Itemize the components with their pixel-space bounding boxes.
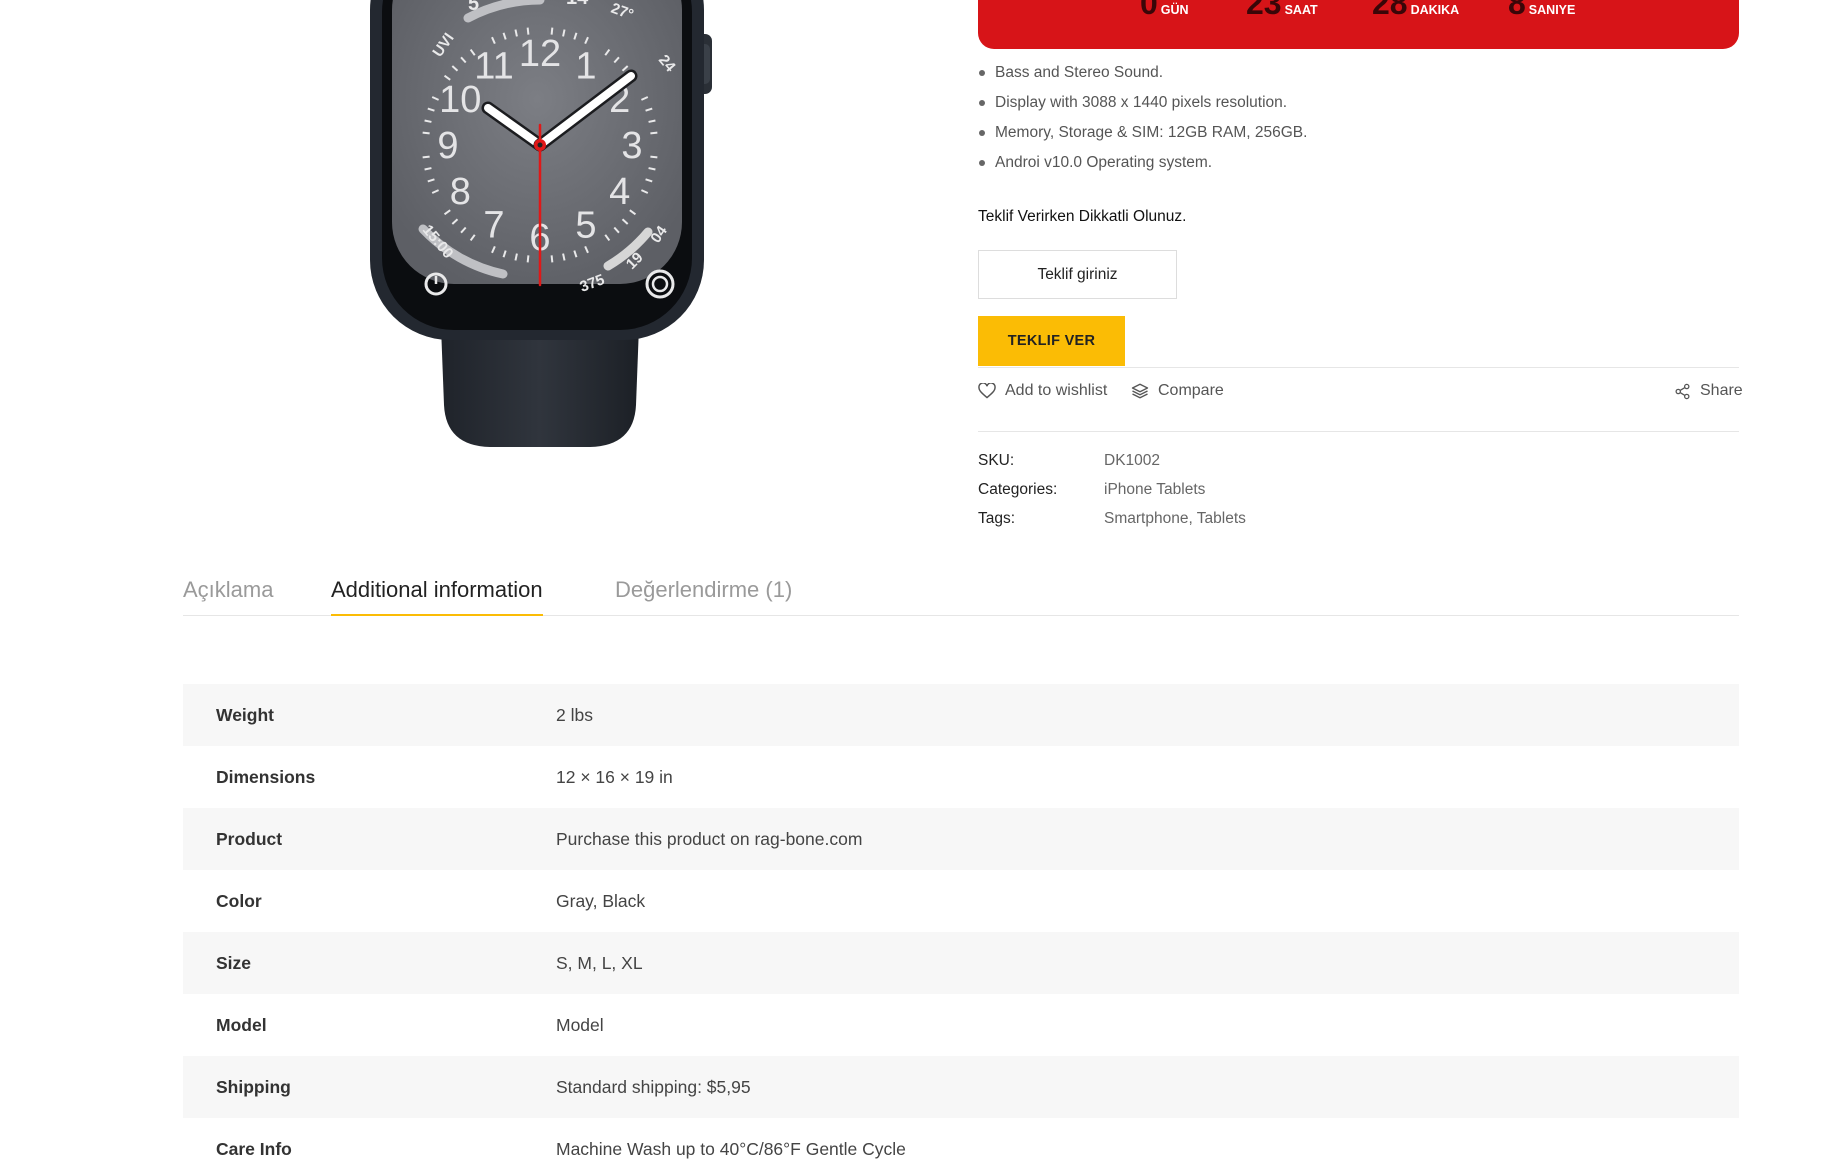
divider <box>978 431 1739 432</box>
feature-item: Display with 3088 x 1440 pixels resoluti… <box>978 93 1307 123</box>
dial-numeral: 7 <box>483 205 504 247</box>
countdown-minutes-label: DAKIKA <box>1410 3 1460 17</box>
bezel-label: 5 <box>468 0 479 15</box>
layers-icon <box>1131 383 1149 399</box>
attribute-label: Dimensions <box>216 766 316 787</box>
product-meta: SKU: DK1002 Categories: iPhone Tablets T… <box>978 451 1246 538</box>
attribute-label: Shipping <box>216 1076 291 1097</box>
dial-numeral: 11 <box>474 45 513 87</box>
table-row: Shipping Standard shipping: $5,95 <box>183 1056 1739 1118</box>
dial-tick <box>514 29 518 37</box>
compare-label: Compare <box>1158 382 1224 399</box>
dial-tick <box>526 255 530 263</box>
additional-info-table: Weight 2 lbs Dimensions 12 × 16 × 19 in Pr… <box>183 684 1739 1168</box>
dial-tick <box>514 253 518 261</box>
tab-description[interactable]: Açıklama <box>183 576 273 616</box>
dial-tick <box>562 253 566 261</box>
divider <box>978 367 1739 368</box>
share-button[interactable]: Share <box>1674 382 1743 400</box>
tags-label: Tags: <box>978 510 1016 527</box>
share-label: Share <box>1700 382 1743 399</box>
categories-label: Categories: <box>978 481 1058 498</box>
feature-item: Androi v10.0 Operating system. <box>978 153 1307 183</box>
dial-numeral: 9 <box>437 125 458 167</box>
countdown-seconds-label: SANIYE <box>1528 3 1576 17</box>
auction-countdown: 0 GÜN 23 SAAT 28 DAKIKA 8 SANIYE <box>978 0 1739 49</box>
dial-tick <box>424 167 432 171</box>
dial-tick <box>648 167 656 171</box>
share-icon <box>1675 383 1690 399</box>
attribute-label: Model <box>216 1014 267 1035</box>
countdown-seconds-value: 8 <box>1508 0 1526 21</box>
countdown-minutes-value: 28 <box>1372 0 1408 21</box>
product-image: 12 1 2 3 4 5 6 7 8 9 10 11 UVI 15:00 375 19 04 27° … <box>340 0 740 460</box>
table-row: Color Gray, Black <box>183 870 1739 932</box>
countdown-hours: 23 SAAT <box>1246 0 1318 20</box>
countdown-seconds: 8 SANIYE <box>1508 0 1575 20</box>
dial-tick <box>422 155 430 159</box>
bid-warning-note: Teklif Verirken Dikkatli Olunuz. <box>978 208 1187 225</box>
wishlist-label: Add to wishlist <box>1005 382 1108 399</box>
add-to-wishlist-button[interactable]: Add to wishlist <box>978 382 1107 400</box>
dial-tick <box>650 131 658 135</box>
attribute-value: S, M, L, XL <box>556 952 643 973</box>
place-bid-button[interactable]: TEKLIF VER <box>978 316 1125 366</box>
dial-numeral: 12 <box>519 33 561 75</box>
sku-label: SKU: <box>978 452 1015 469</box>
table-row: Weight 2 lbs <box>183 684 1739 746</box>
dial-tick <box>422 131 430 135</box>
attribute-label: Color <box>216 890 262 911</box>
dial-tick <box>424 119 432 123</box>
countdown-hours-label: SAAT <box>1284 3 1318 17</box>
dial-tick <box>550 255 554 263</box>
smartwatch-illustration: 12 1234567891011 UVI 15:00 375 19 04 27° … <box>370 0 712 447</box>
categories-link[interactable]: iPhone Tablets <box>1104 480 1205 509</box>
feature-list: Bass and Stereo Sound. Display with 3088… <box>978 63 1307 183</box>
sku-row: SKU: DK1002 <box>978 451 1246 480</box>
tab-additional-information[interactable]: Additional information <box>331 576 543 616</box>
attribute-label: Size <box>216 952 252 973</box>
attribute-value: Model <box>556 1014 604 1035</box>
feature-item: Bass and Stereo Sound. <box>978 63 1307 93</box>
dial-numeral: 8 <box>450 171 471 213</box>
tags-row: Tags: Smartphone, Tablets <box>978 509 1246 538</box>
feature-item: Memory, Storage & SIM: 12GB RAM, 256GB. <box>978 123 1307 153</box>
table-row: Model Model <box>183 994 1739 1056</box>
attribute-label: Weight <box>216 704 275 725</box>
dial-tick <box>650 155 658 159</box>
attribute-value: Gray, Black <box>556 890 646 911</box>
product-tabs: Açıklama Additional information Değerlen… <box>183 576 1739 616</box>
dial-numeral: 3 <box>621 125 642 167</box>
dial-numeral: 5 <box>575 205 596 247</box>
table-row: Product Purchase this product on rag-bone… <box>183 808 1739 870</box>
countdown-days-value: 0 <box>1140 0 1158 21</box>
countdown-minutes: 28 DAKIKA <box>1372 0 1459 20</box>
countdown-hours-value: 23 <box>1246 0 1282 21</box>
bid-input[interactable] <box>978 250 1177 299</box>
categories-row: Categories: iPhone Tablets <box>978 480 1246 509</box>
tab-reviews[interactable]: Değerlendirme (1) <box>615 576 792 616</box>
attribute-value: Standard shipping: $5,95 <box>556 1076 751 1097</box>
attribute-value: Purchase this product on rag-bone.com <box>556 828 863 849</box>
heart-icon <box>978 383 996 399</box>
attribute-value: Machine Wash up to 40°C/86°F Gentle Cycl… <box>556 1138 906 1159</box>
table-row: Dimensions 12 × 16 × 19 in <box>183 746 1739 808</box>
dial-tick <box>562 29 566 37</box>
table-row: Size S, M, L, XL <box>183 932 1739 994</box>
dial-numeral: 4 <box>609 171 630 213</box>
bezel-label: 14 <box>566 0 589 9</box>
sku-value: DK1002 <box>1104 452 1161 469</box>
countdown-days-label: GÜN <box>1160 3 1189 17</box>
attribute-value: 2 lbs <box>556 704 593 725</box>
countdown-days: 0 GÜN <box>1140 0 1189 20</box>
dial-tick <box>648 119 656 123</box>
tags-links[interactable]: Smartphone, Tablets <box>1104 509 1246 538</box>
attribute-value: 12 × 16 × 19 in <box>556 766 673 787</box>
table-row: Care Info Machine Wash up to 40°C/86°F Ge… <box>183 1118 1739 1168</box>
dial-numeral: 1 <box>575 45 596 87</box>
compare-button[interactable]: Compare <box>1131 382 1224 400</box>
attribute-label: Care Info <box>216 1138 292 1159</box>
attribute-label: Product <box>216 828 283 849</box>
